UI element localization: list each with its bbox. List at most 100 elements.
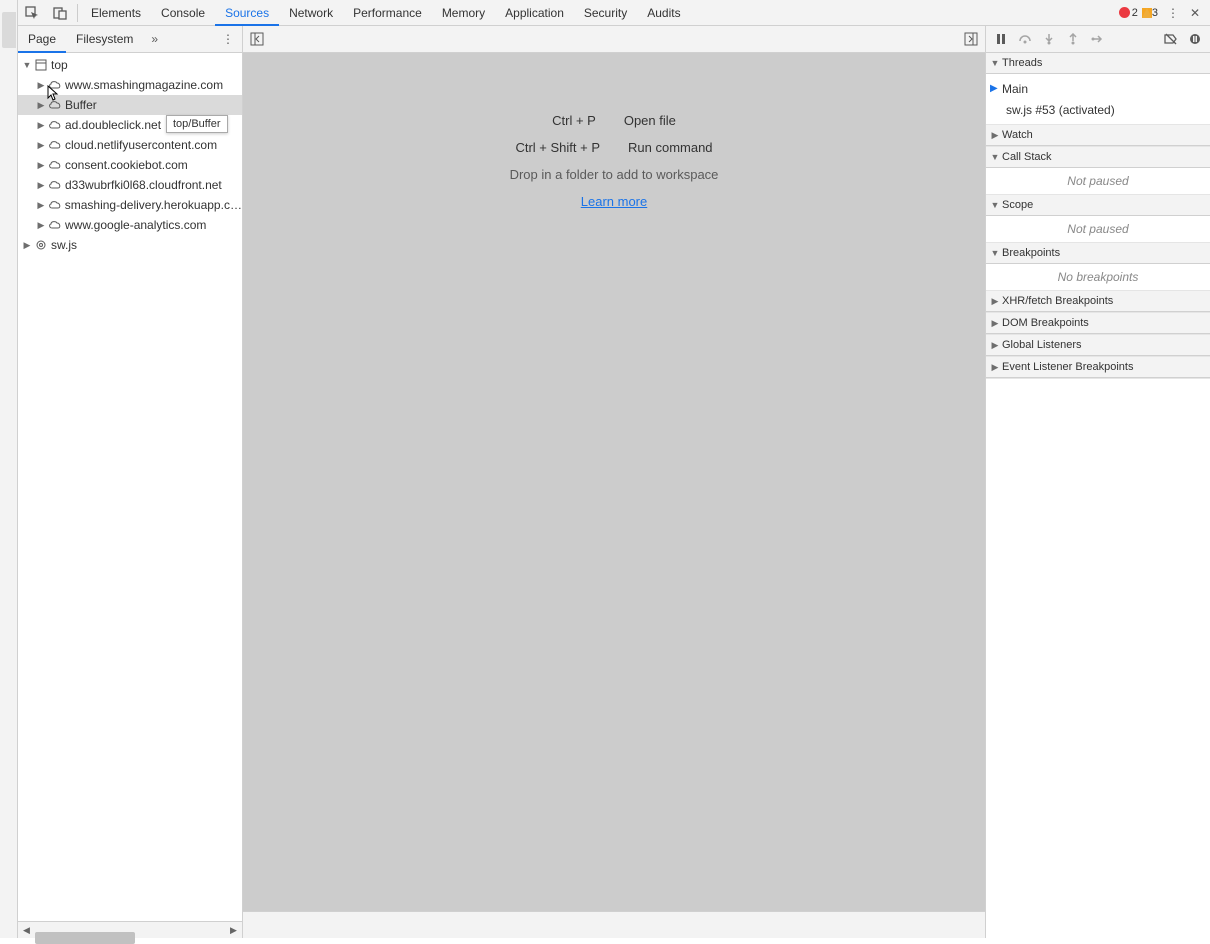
panel-scope: ▼Scope Not paused bbox=[986, 195, 1210, 243]
settings-menu-icon[interactable]: ⋮ bbox=[1162, 2, 1184, 24]
empty-editor: Ctrl + P Open file Ctrl + Shift + P Run … bbox=[243, 53, 985, 911]
panel-dom: ▶DOM Breakpoints bbox=[986, 313, 1210, 335]
tree-item[interactable]: ▶ cloud.netlifyusercontent.com bbox=[18, 135, 242, 155]
hide-navigator-icon[interactable] bbox=[243, 32, 271, 46]
scroll-left-icon[interactable]: ◀ bbox=[18, 922, 35, 939]
cloud-icon bbox=[48, 138, 62, 152]
close-devtools-icon[interactable]: ✕ bbox=[1184, 2, 1206, 24]
disclosure-icon[interactable]: ▶ bbox=[36, 140, 46, 151]
disclosure-icon[interactable]: ▶ bbox=[36, 120, 46, 131]
panel-title: Global Listeners bbox=[1002, 339, 1082, 351]
tree-item[interactable]: ▶ ad.doubleclick.net top/Buffer bbox=[18, 115, 242, 135]
tree-sw[interactable]: ▶ sw.js bbox=[18, 235, 242, 255]
tree-label: d33wubrfki0l68.cloudfront.net bbox=[65, 178, 222, 192]
warning-count: 3 bbox=[1152, 7, 1158, 19]
tree-item[interactable]: ▶ www.smashingmagazine.com bbox=[18, 75, 242, 95]
tree-item[interactable]: ▶ smashing-delivery.herokuapp.com bbox=[18, 195, 242, 215]
tree-label: smashing-delivery.herokuapp.com bbox=[65, 198, 242, 212]
debugger-toolbar bbox=[986, 26, 1210, 53]
tree-label: consent.cookiebot.com bbox=[65, 158, 188, 172]
error-icon bbox=[1119, 7, 1130, 18]
sidebar-menu-icon[interactable]: ⋮ bbox=[214, 32, 242, 46]
panel-events: ▶Event Listener Breakpoints bbox=[986, 357, 1210, 379]
tree-item[interactable]: ▶ www.google-analytics.com bbox=[18, 215, 242, 235]
frame-icon bbox=[34, 58, 48, 72]
panel-header-callstack[interactable]: ▼Call Stack bbox=[986, 147, 1210, 168]
tab-security[interactable]: Security bbox=[574, 0, 637, 26]
thread-sw[interactable]: sw.js #53 (activated) bbox=[986, 99, 1210, 120]
tree-top[interactable]: ▼ top bbox=[18, 55, 242, 75]
disclosure-icon[interactable]: ▶ bbox=[36, 160, 46, 171]
editor-footer bbox=[243, 911, 985, 938]
error-count: 2 bbox=[1132, 7, 1138, 19]
step-out-icon[interactable] bbox=[1062, 28, 1084, 50]
panel-title: XHR/fetch Breakpoints bbox=[1002, 295, 1113, 307]
sidebar-tabs: Page Filesystem » ⋮ bbox=[18, 26, 242, 53]
step-icon[interactable] bbox=[1086, 28, 1108, 50]
sidebar-more-tabs-icon[interactable]: » bbox=[147, 28, 162, 50]
sidebar-tab-page[interactable]: Page bbox=[18, 26, 66, 53]
tab-console[interactable]: Console bbox=[151, 0, 215, 26]
file-tree[interactable]: ▼ top ▶ www.smashingmagazine.com ▶ Buffe… bbox=[18, 53, 242, 921]
tree-tooltip: top/Buffer bbox=[166, 115, 228, 133]
panel-header-events[interactable]: ▶Event Listener Breakpoints bbox=[986, 357, 1210, 378]
disclosure-icon[interactable]: ▶ bbox=[36, 200, 46, 211]
tab-performance[interactable]: Performance bbox=[343, 0, 432, 26]
disclosure-icon[interactable]: ▶ bbox=[36, 220, 46, 231]
panel-header-scope[interactable]: ▼Scope bbox=[986, 195, 1210, 216]
panel-title: Event Listener Breakpoints bbox=[1002, 361, 1133, 373]
panel-header-global[interactable]: ▶Global Listeners bbox=[986, 335, 1210, 356]
disclosure-icon[interactable]: ▶ bbox=[22, 240, 32, 251]
tab-memory[interactable]: Memory bbox=[432, 0, 495, 26]
panel-watch: ▶Watch bbox=[986, 125, 1210, 147]
pause-exceptions-icon[interactable] bbox=[1184, 28, 1206, 50]
disclosure-icon[interactable]: ▶ bbox=[36, 80, 46, 91]
device-toggle-icon[interactable] bbox=[46, 0, 74, 26]
tab-network[interactable]: Network bbox=[279, 0, 343, 26]
pause-icon[interactable] bbox=[990, 28, 1012, 50]
scope-empty: Not paused bbox=[986, 216, 1210, 242]
panel-header-threads[interactable]: ▼Threads bbox=[986, 53, 1210, 74]
panel-header-dom[interactable]: ▶DOM Breakpoints bbox=[986, 313, 1210, 334]
panel-title: DOM Breakpoints bbox=[1002, 317, 1089, 329]
panel-header-xhr[interactable]: ▶XHR/fetch Breakpoints bbox=[986, 291, 1210, 312]
error-badge[interactable]: 2 bbox=[1119, 7, 1138, 19]
tab-audits[interactable]: Audits bbox=[637, 0, 690, 26]
panel-title: Breakpoints bbox=[1002, 247, 1060, 259]
cloud-icon bbox=[48, 98, 62, 112]
sidebar-tab-filesystem[interactable]: Filesystem bbox=[66, 26, 143, 53]
panel-header-watch[interactable]: ▶Watch bbox=[986, 125, 1210, 146]
tree-item-buffer[interactable]: ▶ Buffer bbox=[18, 95, 242, 115]
panel-title: Call Stack bbox=[1002, 151, 1052, 163]
tree-label: ad.doubleclick.net bbox=[65, 118, 161, 132]
cloud-icon bbox=[48, 118, 62, 132]
tab-elements[interactable]: Elements bbox=[81, 0, 151, 26]
warning-badge[interactable]: 3 bbox=[1142, 7, 1158, 19]
inspect-icon[interactable] bbox=[18, 0, 46, 26]
sidebar-scrollbar[interactable]: ◀ ▶ bbox=[18, 921, 242, 938]
disclosure-icon[interactable]: ▶ bbox=[36, 100, 46, 111]
scroll-right-icon[interactable]: ▶ bbox=[225, 922, 242, 939]
tree-item[interactable]: ▶ d33wubrfki0l68.cloudfront.net bbox=[18, 175, 242, 195]
tree-label: cloud.netlifyusercontent.com bbox=[65, 138, 217, 152]
disclosure-icon[interactable]: ▼ bbox=[22, 60, 32, 70]
editor-tabs-bar bbox=[243, 26, 985, 53]
tab-sources[interactable]: Sources bbox=[215, 0, 279, 26]
tree-item[interactable]: ▶ consent.cookiebot.com bbox=[18, 155, 242, 175]
step-into-icon[interactable] bbox=[1038, 28, 1060, 50]
disclosure-icon[interactable]: ▶ bbox=[36, 180, 46, 191]
thread-main[interactable]: ▶Main bbox=[986, 78, 1210, 99]
tab-application[interactable]: Application bbox=[495, 0, 574, 26]
panel-global: ▶Global Listeners bbox=[986, 335, 1210, 357]
learn-more-link[interactable]: Learn more bbox=[581, 194, 647, 209]
main-toolbar: Elements Console Sources Network Perform… bbox=[18, 0, 1210, 26]
panel-header-breakpoints[interactable]: ▼Breakpoints bbox=[986, 243, 1210, 264]
panel-title: Threads bbox=[1002, 57, 1042, 69]
step-over-icon[interactable] bbox=[1014, 28, 1036, 50]
main-tabs: Elements Console Sources Network Perform… bbox=[81, 0, 1119, 26]
hide-debugger-icon[interactable] bbox=[957, 32, 985, 46]
scrollbar-thumb[interactable] bbox=[35, 932, 135, 944]
deactivate-breakpoints-icon[interactable] bbox=[1160, 28, 1182, 50]
thread-label: Main bbox=[1002, 82, 1028, 96]
gutter-handle[interactable] bbox=[2, 12, 16, 48]
